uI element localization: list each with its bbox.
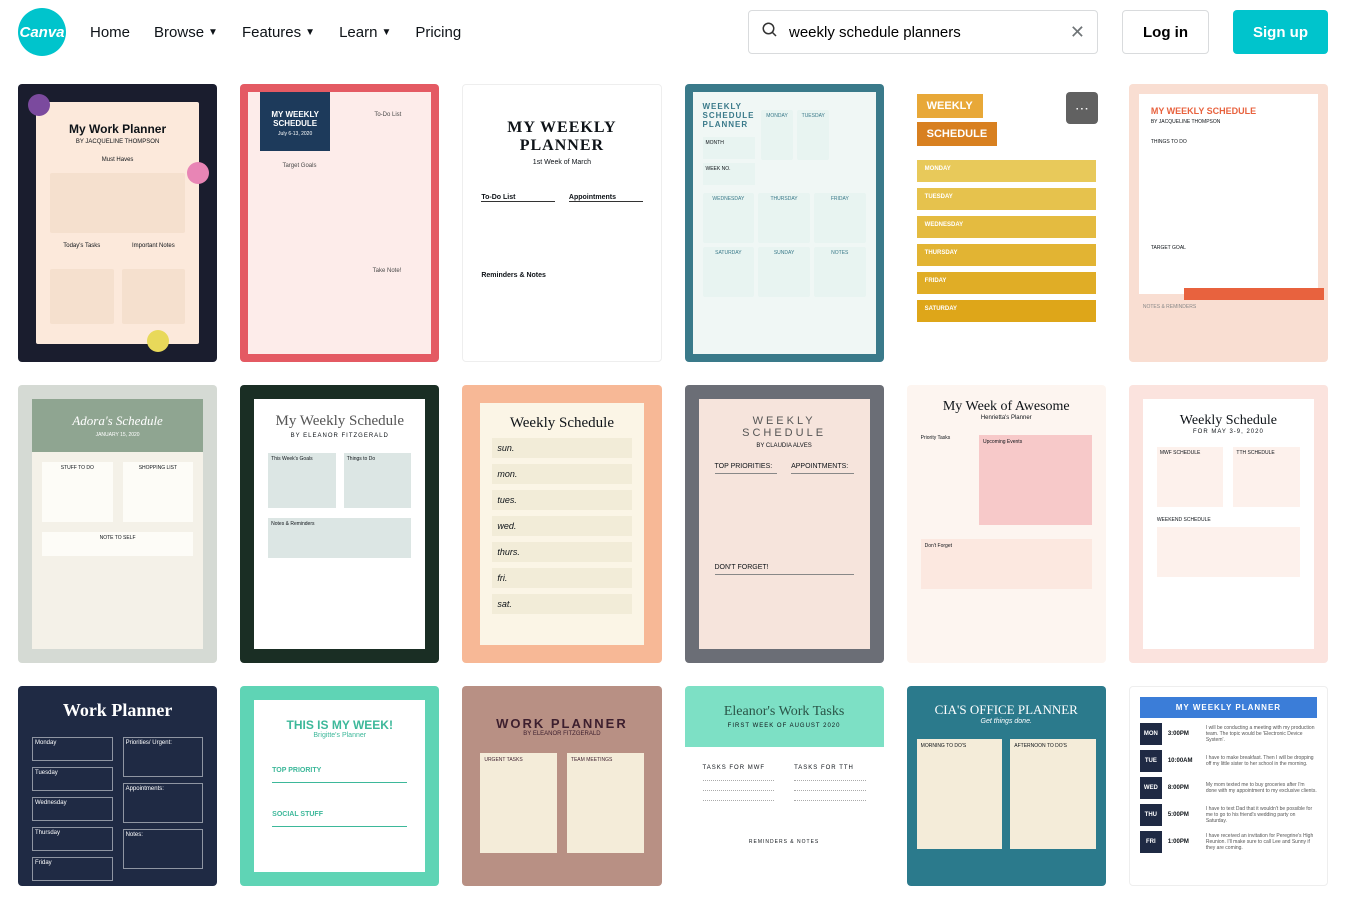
template-card[interactable]: WEEKLY SCHEDULE PLANNER MONTHWEEK NO. MO… bbox=[685, 84, 884, 362]
nav-home[interactable]: Home bbox=[90, 24, 130, 41]
clear-search-icon[interactable]: ✕ bbox=[1070, 22, 1085, 43]
chevron-down-icon: ▼ bbox=[381, 27, 391, 38]
template-card[interactable]: MY WEEKLY SCHEDULEJuly 6-13, 2020 To-Do … bbox=[240, 84, 439, 362]
card-title: My Work Planner bbox=[50, 122, 185, 136]
nav-browse[interactable]: Browse▼ bbox=[154, 24, 218, 41]
search-input[interactable] bbox=[789, 24, 1060, 41]
template-card[interactable]: Work Planner MondayTuesdayWednesdayThurs… bbox=[18, 686, 217, 886]
template-card[interactable]: MY WEEKLY PLANNER MON3:00PMI will be con… bbox=[1129, 686, 1328, 886]
template-card[interactable]: MY WEEKLY PLANNER 1st Week of March To-D… bbox=[462, 84, 661, 362]
template-card[interactable]: WEEKLY SCHEDULE BY CLAUDIA ALVES TOP PRI… bbox=[685, 385, 884, 663]
nav-features[interactable]: Features▼ bbox=[242, 24, 315, 41]
canva-logo[interactable]: Canva bbox=[18, 8, 66, 56]
template-card[interactable]: CIA'S OFFICE PLANNER Get things done. MO… bbox=[907, 686, 1106, 886]
nav-learn[interactable]: Learn▼ bbox=[339, 24, 391, 41]
chevron-down-icon: ▼ bbox=[208, 27, 218, 38]
template-card[interactable]: MY WEEKLY SCHEDULE BY JACQUELINE THOMPSO… bbox=[1129, 84, 1328, 362]
login-button[interactable]: Log in bbox=[1122, 10, 1209, 54]
template-card[interactable]: WORK PLANNER BY ELEANOR FITZGERALD URGEN… bbox=[462, 686, 661, 886]
template-card[interactable]: Eleanor's Work TasksFIRST WEEK OF AUGUST… bbox=[685, 686, 884, 886]
template-card[interactable]: My Week of Awesome Henrietta's Planner P… bbox=[907, 385, 1106, 663]
chevron-down-icon: ▼ bbox=[305, 27, 315, 38]
nav-pricing[interactable]: Pricing bbox=[415, 24, 461, 41]
template-card[interactable]: ⋯ WEEKLY SCHEDULE MONDAYTUESDAYWEDNESDAY… bbox=[907, 84, 1106, 362]
template-card[interactable]: Weekly Schedule sun.mon.tues.wed.thurs.f… bbox=[462, 385, 661, 663]
template-card[interactable]: My Work Planner BY JACQUELINE THOMPSON M… bbox=[18, 84, 217, 362]
search-box[interactable]: ✕ bbox=[748, 10, 1098, 54]
template-card[interactable]: Weekly Schedule FOR MAY 3-9, 2020 MWF SC… bbox=[1129, 385, 1328, 663]
card-subtitle: BY JACQUELINE THOMPSON bbox=[50, 139, 185, 145]
template-card[interactable]: THIS IS MY WEEK! Brigitte's Planner TOP … bbox=[240, 686, 439, 886]
more-options-button[interactable]: ⋯ bbox=[1066, 92, 1098, 124]
template-card[interactable]: Adora's ScheduleJANUARY 15, 2020 STUFF T… bbox=[18, 385, 217, 663]
signup-button[interactable]: Sign up bbox=[1233, 10, 1328, 54]
search-icon bbox=[761, 21, 779, 44]
template-grid: My Work Planner BY JACQUELINE THOMPSON M… bbox=[0, 64, 1346, 906]
template-card[interactable]: My Weekly Schedule BY ELEANOR FITZGERALD… bbox=[240, 385, 439, 663]
